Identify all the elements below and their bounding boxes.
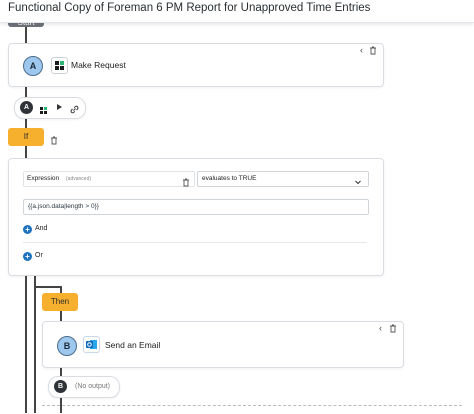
connector-to-then [34,286,61,288]
outlook-app-icon [83,336,100,353]
window-title: Functional Copy of Foreman 6 PM Report f… [8,2,371,14]
no-output-text: (No output) [75,383,111,390]
expression-trash-icon[interactable] [182,174,190,192]
make-chip-icon [39,103,49,121]
window-title-bar: Functional Copy of Foreman 6 PM Report f… [0,0,474,23]
and-or-divider [23,242,367,243]
if-trash-icon[interactable] [50,132,58,150]
step-b-card[interactable]: B Send an Email ‹ [42,321,404,368]
add-and-icon[interactable]: + [23,225,32,234]
step-b-output-chip[interactable]: B (No output) [48,376,120,398]
expression-field[interactable]: Expression (advanced) [23,171,195,187]
connector-then-to-b [60,311,62,321]
chevron-left-icon[interactable]: ‹ [360,45,363,55]
step-a-card[interactable]: A Make Request ‹ [8,43,384,87]
chevron-left-icon[interactable]: ‹ [379,323,382,333]
step-a-badge: A [23,56,43,76]
step-a-output-chip[interactable]: A [14,97,86,119]
make-app-icon [51,57,68,74]
operator-value: evaluates to TRUE [202,175,257,182]
expression-label: Expression [27,175,60,182]
connector-if-branch [25,274,27,413]
trash-icon[interactable] [369,46,377,57]
connector-then-branch [34,274,36,413]
trash-icon[interactable] [389,324,397,335]
step-a-name: Make Request [71,60,126,70]
expression-input[interactable]: {{a.json.data|length > 0}} [23,199,369,215]
operator-select[interactable]: evaluates to TRUE [197,171,369,187]
if-condition-card: Expression (advanced) evaluates to TRUE … [8,158,384,276]
expression-value: {{a.json.data|length > 0}} [28,203,99,210]
step-b-name: Send an Email [105,340,161,350]
connector-if-to-card [25,146,27,158]
chevron-down-icon [354,173,362,191]
then-label[interactable]: Then [42,293,78,311]
if-label[interactable]: If [8,128,44,146]
step-b-badge: B [57,336,77,356]
and-button[interactable]: And [35,225,47,232]
play-arrow-icon [57,104,62,110]
step-a-chip-badge: A [20,101,33,114]
step-b-chip-badge: B [54,380,67,393]
expression-hint: (advanced) [66,176,92,182]
or-button[interactable]: Or [35,252,43,259]
link-icon [69,102,80,120]
add-or-icon[interactable]: + [23,252,32,261]
